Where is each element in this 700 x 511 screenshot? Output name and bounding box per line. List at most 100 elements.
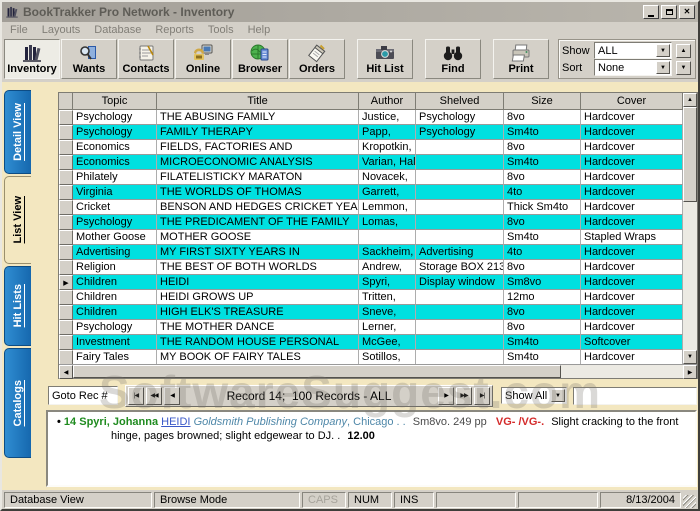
menu-reports[interactable]: Reports [149,23,202,37]
last-record-button[interactable]: ▶| [474,387,490,405]
row-selector[interactable] [59,110,73,125]
forward-records-button[interactable]: ▶▶ [456,387,472,405]
table-row[interactable]: CricketBENSON AND HEDGES CRICKET YEARLem… [59,200,683,215]
tab-hit-lists[interactable]: Hit Lists [4,266,31,346]
toolbar-online-button[interactable]: Online [175,39,231,79]
row-selector[interactable] [59,140,73,155]
cell-size: Sm4to [504,335,581,350]
minimize-button[interactable] [643,5,659,19]
goto-record-input[interactable] [48,386,118,405]
table-row[interactable]: PsychologyTHE PREDICAMENT OF THE FAMILYL… [59,215,683,230]
rewind-records-button[interactable]: ◀◀ [146,387,162,405]
menu-layouts[interactable]: Layouts [36,23,89,37]
table-row[interactable]: AdvertisingMY FIRST SIXTY YEARS INSackhe… [59,245,683,260]
table-row[interactable]: Mother GooseMOTHER GOOSESm4toStapled Wra… [59,230,683,245]
horizontal-scroll-thumb[interactable] [73,365,561,378]
window-title: BookTrakker Pro Network - Inventory [23,5,641,19]
column-header-topic[interactable]: Topic [73,93,157,110]
table-row[interactable]: ▶ChildrenHEIDISpyri,Display windowSm8voH… [59,275,683,290]
table-row[interactable]: PhilatelyFILATELISTICKY MARATONNovacek,8… [59,170,683,185]
row-selector[interactable] [59,245,73,260]
table-row[interactable]: PsychologyTHE MOTHER DANCELerner,8voHard… [59,320,683,335]
clipboard-pencil-icon [306,43,328,63]
table-row[interactable]: ChildrenHEIDI GROWS UPTritten,12moHardco… [59,290,683,305]
scroll-left-icon[interactable]: ◀ [59,365,73,379]
menu-help[interactable]: Help [242,23,279,37]
sort-spin-down-button[interactable]: ▼ [676,61,691,75]
table-row[interactable]: InvestmentTHE RANDOM HOUSE PERSONALMcGee… [59,335,683,350]
row-selector[interactable] [59,185,73,200]
column-header-shelved[interactable]: Shelved [416,93,504,110]
table-row[interactable]: ChildrenHIGH ELK'S TREASURESneve,8voHard… [59,305,683,320]
tab-label: Catalogs [12,380,24,426]
row-selector[interactable]: ▶ [59,275,73,290]
cell-shelved: Display window [416,275,504,290]
row-selector[interactable] [59,335,73,350]
column-header-title[interactable]: Title [157,93,359,110]
column-header-cover[interactable]: Cover [581,93,683,110]
dropdown-arrow-icon[interactable]: ▼ [656,44,670,57]
vertical-scroll-track[interactable] [683,202,697,350]
row-selector[interactable] [59,200,73,215]
horizontal-scroll-track[interactable] [561,365,683,378]
row-selector[interactable] [59,290,73,305]
tab-list-view[interactable]: List View [4,176,31,264]
row-selector[interactable] [59,230,73,245]
table-row[interactable]: VirginiaTHE WORLDS OF THOMASGarrett,4toH… [59,185,683,200]
show-all-dropdown[interactable]: Show All ▼ [501,387,567,404]
row-selector[interactable] [59,350,73,364]
menu-tools[interactable]: Tools [202,23,242,37]
row-selector[interactable] [59,260,73,275]
tab-detail-view[interactable]: Detail View [4,90,31,174]
vertical-scrollbar[interactable]: ▲ ▼ [683,93,697,364]
cell-cover: Hardcover [581,185,683,200]
title-bar[interactable]: BookTrakker Pro Network - Inventory ✕ [2,2,698,22]
toolbar-wants-button[interactable]: Wants [61,39,117,79]
row-selector[interactable] [59,170,73,185]
table-row[interactable]: EconomicsFIELDS, FACTORIES ANDKropotkin,… [59,140,683,155]
status-num: NUM [348,492,392,508]
toolbar-print-button[interactable]: Print [493,39,549,79]
row-selector[interactable] [59,125,73,140]
scroll-right-icon[interactable]: ▶ [683,365,697,379]
toolbar-find-button[interactable]: Find [425,39,481,79]
scroll-down-icon[interactable]: ▼ [683,350,697,364]
toolbar-inventory-button[interactable]: Inventory [4,39,60,79]
maximize-button[interactable] [661,5,677,19]
detail-title-link[interactable]: HEIDI [161,416,190,428]
toolbar-browser-button[interactable]: Browser [232,39,288,79]
menu-database[interactable]: Database [88,23,149,37]
sort-spin-up-button[interactable]: ▲ [676,44,691,58]
dropdown-arrow-icon[interactable]: ▼ [656,61,670,74]
table-row[interactable]: PsychologyFAMILY THERAPYPapp,PsychologyS… [59,125,683,140]
main-area: Detail ViewList ViewHit Lists Catalogs To… [2,82,698,490]
horizontal-scrollbar[interactable]: ◀ ▶ [59,364,697,378]
menu-file[interactable]: File [4,23,36,37]
toolbar-hit-list-button[interactable]: Hit List [357,39,413,79]
sort-label: Sort [562,62,594,74]
scroll-up-icon[interactable]: ▲ [683,93,697,107]
resize-grip[interactable] [683,495,696,508]
first-record-button[interactable]: |◀ [128,387,144,405]
sort-dropdown[interactable]: None ▼ [594,59,672,76]
filter-search-input[interactable] [573,387,697,405]
previous-record-button[interactable]: ◀ [164,387,180,405]
tab-catalogs[interactable]: Catalogs [4,348,31,458]
close-button[interactable]: ✕ [679,5,695,19]
toolbar-contacts-button[interactable]: Contacts [118,39,174,79]
row-selector[interactable] [59,320,73,335]
table-row[interactable]: PsychologyTHE ABUSING FAMILYJustice,Psyc… [59,110,683,125]
show-dropdown[interactable]: ALL ▼ [594,42,672,59]
vertical-scroll-thumb[interactable] [683,107,697,202]
column-header-author[interactable]: Author [359,93,416,110]
table-row[interactable]: EconomicsMICROECONOMIC ANALYSISVarian, H… [59,155,683,170]
next-record-button[interactable]: ▶ [438,387,454,405]
table-row[interactable]: ReligionTHE BEST OF BOTH WORLDSAndrew,St… [59,260,683,275]
dropdown-arrow-icon[interactable]: ▼ [551,389,565,402]
column-header-size[interactable]: Size [504,93,581,110]
row-selector[interactable] [59,215,73,230]
row-selector[interactable] [59,155,73,170]
table-row[interactable]: Fairy TalesMY BOOK OF FAIRY TALESSotillo… [59,350,683,364]
toolbar-orders-button[interactable]: Orders [289,39,345,79]
row-selector[interactable] [59,305,73,320]
